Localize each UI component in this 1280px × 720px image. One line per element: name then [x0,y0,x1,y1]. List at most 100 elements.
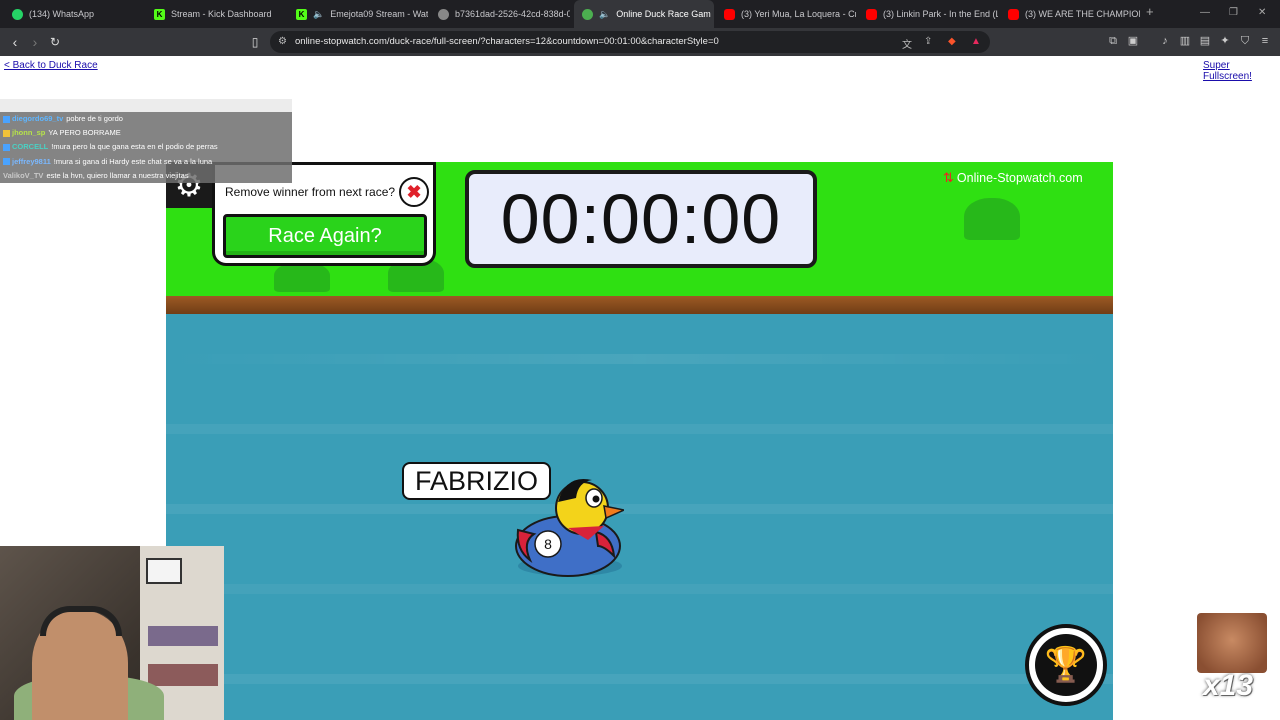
chat-badge-icon [3,143,10,151]
webcam-overlay [0,546,224,720]
forward-arrow-icon[interactable]: › [26,33,44,51]
restore-icon[interactable]: ❐ [1229,7,1238,18]
chat-message: CORCELL !mura pero la que gana esta en el… [0,140,292,155]
back-to-duck-race-link[interactable]: < Back to Duck Race [4,60,98,71]
tab-title: Stream - Kick Dashboard [171,9,272,19]
chat-text: !mura si gana di Hardy este chat se va a… [53,156,213,166]
globe-icon [438,8,449,20]
brand-text: Online-Stopwatch.com [956,171,1083,185]
tab-whatsapp[interactable]: (134) WhatsApp [4,0,144,28]
youtube-icon [1008,8,1019,20]
shelf-items [148,626,218,646]
chat-badge-icon [3,158,10,166]
browser-toolbar: ‹ › ↻ ▯ ⚙ online-stopwatch.com/duck-race… [0,28,1280,56]
kick-icon: K [154,8,165,20]
duck-racer: 8 [515,478,624,577]
url-text: online-stopwatch.com/duck-race/full-scre… [295,36,719,47]
race-again-button[interactable]: Race Again? [223,214,427,258]
reload-icon[interactable]: ↻ [46,33,64,51]
timer-display: 00:00:00 [500,180,782,258]
duck-number: 8 [544,536,552,552]
translate-icon[interactable]: 文 [902,36,912,51]
chat-badge-icon [3,129,10,137]
tab-youtube-2[interactable]: (3) Linkin Park - In the End (Ly [858,0,998,28]
whatsapp-icon [12,8,23,20]
wave [166,354,1113,364]
tab-search-icon[interactable]: ▤ [1198,34,1212,48]
bookmark-icon[interactable]: ▯ [246,33,264,51]
chat-username: CORCELL [12,142,49,152]
river-water [166,314,1113,720]
tab-title: Online Duck Race Gam [616,9,711,19]
bush [274,262,330,292]
tab-youtube-1[interactable]: (3) Yeri Mua, La Loquera - Cro [716,0,856,28]
leaderboard-trophy-button[interactable]: 🏆 [1025,624,1107,706]
chat-badge-icon [3,115,10,123]
tab-kick-dashboard[interactable]: K Stream - Kick Dashboard [146,0,286,28]
super-fullscreen-link[interactable]: Super Fullscreen! [1203,60,1280,82]
chat-message: jeffrey9811 !mura si gana di Hardy este c… [0,154,292,169]
share-icon[interactable]: ⇪ [924,36,932,47]
tab-title: (3) Yeri Mua, La Loquera - Cro [741,9,856,19]
tab-title: b7361dad-2526-42cd-838d-0 [455,9,570,19]
tab-title: (3) Linkin Park - In the End (Ly [883,9,998,19]
emote-count: x13 [1203,669,1254,702]
tab-duck-race[interactable]: 🔈 Online Duck Race Gam ✕ [574,0,714,28]
chat-text: pobre de ti gordo [66,114,123,123]
chat-message: ValikoV_TV este la hvn, quiero llamar a n… [0,168,292,183]
chat-username: ValikoV_TV [3,170,44,180]
speaker-icon: 🔈 [599,8,611,19]
chat-header [0,99,292,112]
chat-message: jhonn_sp YA PERO BORRAME [0,126,292,141]
brave-shield-icon[interactable]: ◆ [948,36,956,47]
chat-message: diegordo69_tv pobre de ti gordo [0,112,292,127]
arrows-icon: ⇅ [943,170,954,185]
minimize-icon[interactable]: — [1200,7,1210,18]
music-icon[interactable]: ♪ [1158,34,1172,48]
shelf-items [148,664,218,686]
chat-text: este la hvn, quiero llamar a nuestra vie… [46,170,189,180]
bush [964,198,1020,240]
tab-title: (134) WhatsApp [29,9,95,19]
wave [166,674,1113,684]
laughing-emote-icon [1197,613,1267,673]
brave-rewards-icon[interactable]: ▲ [971,36,981,47]
ai-assistant-icon[interactable]: ✦ [1218,34,1232,48]
new-tab-button[interactable]: + [1146,4,1154,19]
wave [166,504,1113,514]
site-info-icon[interactable]: ⚙ [278,36,287,47]
sidebar-icon[interactable]: ▥ [1178,34,1192,48]
remove-winner-question: Remove winner from next race? [225,185,396,199]
duck-race-game: ⚙ Remove winner from next race? ✖ Race A… [166,162,1113,720]
wave [166,584,1113,594]
chat-username: jhonn_sp [12,128,46,138]
headset-icon [40,606,122,636]
remove-winner-toggle[interactable]: ✖ [399,177,429,207]
tab-title: Emejota09 Stream - Watch [330,9,428,19]
menu-icon[interactable]: ≡ [1258,34,1272,48]
tab-youtube-3[interactable]: (3) WE ARE THE CHAMPION, S [1000,0,1140,28]
kick-icon: K [296,8,307,20]
chat-username: jeffrey9811 [12,156,51,166]
address-bar[interactable]: ⚙ online-stopwatch.com/duck-race/full-sc… [270,31,990,53]
online-stopwatch-logo[interactable]: ⇅ Online-Stopwatch.com [943,170,1083,186]
stopwatch-icon [582,8,593,20]
trophy-icon: 🏆 [1035,634,1097,696]
tab-kick-stream[interactable]: K 🔈 Emejota09 Stream - Watch [288,0,428,28]
wallet-icon[interactable]: ▣ [1126,34,1140,48]
wave [166,424,1113,434]
emote-overlay: x13 [1197,613,1267,705]
chat-text: !mura pero la que gana esta en el podio … [51,142,218,152]
tab-title: (3) WE ARE THE CHAMPION, S [1025,9,1140,19]
vpn-icon[interactable]: ⛉ [1238,34,1252,48]
river-bank [166,296,1113,316]
countdown-timer: 00:00:00 [465,170,817,268]
wall-poster [146,558,182,584]
back-arrow-icon[interactable]: ‹ [6,33,24,51]
chat-text: YA PERO BORRAME [48,128,121,138]
browser-tab-bar: (134) WhatsApp K Stream - Kick Dashboard… [0,0,1280,28]
extensions-icon[interactable]: ⧉ [1106,34,1120,48]
close-window-icon[interactable]: ✕ [1258,7,1266,18]
speaker-icon: 🔈 [313,8,325,19]
tab-uuid-page[interactable]: b7361dad-2526-42cd-838d-0 [430,0,570,28]
